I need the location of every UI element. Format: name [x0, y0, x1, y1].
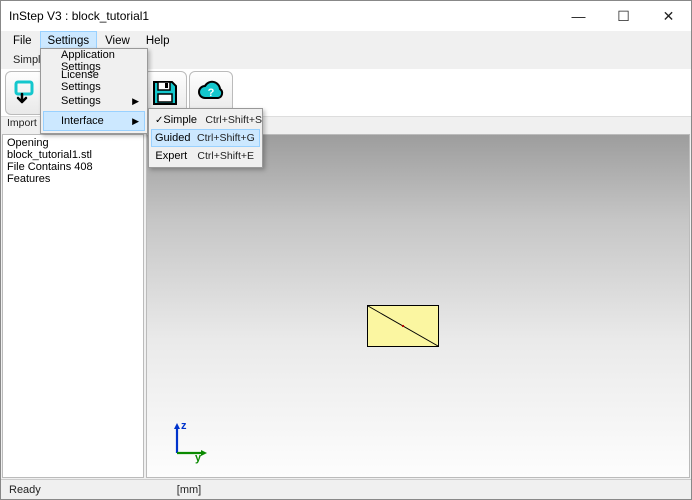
app-window: InStep V3 : block_tutorial1 — ☐ ✕ File S… [0, 0, 692, 500]
menu-item-label: Settings [61, 95, 101, 107]
log-line: block_tutorial1.stl [7, 149, 139, 161]
close-button[interactable]: ✕ [646, 1, 691, 31]
menu-file[interactable]: File [5, 31, 40, 51]
submenu-expert[interactable]: Expert Ctrl+Shift+E [151, 147, 260, 165]
status-units: [mm] [169, 484, 209, 496]
submenu-guided[interactable]: Guided Ctrl+Shift+G [151, 129, 260, 147]
window-title: InStep V3 : block_tutorial1 [9, 9, 149, 23]
svg-text:?: ? [208, 87, 215, 99]
menu-item-label: License Settings [61, 69, 139, 93]
menu-license-settings[interactable]: License Settings [43, 71, 145, 91]
maximize-button[interactable]: ☐ [601, 1, 646, 31]
axis-z-label: z [181, 420, 187, 432]
submenu-label: Simple [163, 114, 205, 126]
settings-dropdown: Application Settings License Settings Se… [40, 48, 148, 134]
interface-submenu: ✓ Simple Ctrl+Shift+S Guided Ctrl+Shift+… [148, 108, 263, 168]
axis-y-label: y [195, 452, 202, 464]
cloud-help-icon: ? [194, 76, 228, 110]
submenu-simple[interactable]: ✓ Simple Ctrl+Shift+S [151, 111, 260, 129]
submenu-label: Expert [155, 150, 197, 162]
log-line: File Contains 408 [7, 161, 139, 173]
titlebar: InStep V3 : block_tutorial1 — ☐ ✕ [1, 1, 691, 31]
import-icon [10, 76, 44, 110]
submenu-accel: Ctrl+Shift+E [197, 150, 254, 162]
minimize-button[interactable]: — [556, 1, 601, 31]
window-buttons: — ☐ ✕ [556, 1, 691, 31]
save-icon [148, 76, 182, 110]
menu-interface[interactable]: Interface ▶ [43, 111, 145, 131]
menu-application-settings[interactable]: Application Settings [43, 51, 145, 71]
submenu-accel: Ctrl+Shift+G [197, 132, 255, 144]
menu-item-label: Interface [61, 115, 104, 127]
check-icon: ✓ [155, 115, 163, 126]
submenu-accel: Ctrl+Shift+S [205, 114, 262, 126]
statusbar: Ready [mm] [1, 479, 691, 499]
body: Opening block_tutorial1.stl File Contain… [1, 133, 691, 479]
status-ready: Ready [1, 484, 49, 496]
log-panel: Opening block_tutorial1.stl File Contain… [2, 134, 144, 478]
log-line: Features [7, 173, 139, 185]
chevron-right-icon: ▶ [132, 96, 139, 107]
axis-gizmo: z y [169, 421, 209, 461]
log-line: Opening [7, 137, 139, 149]
chevron-right-icon: ▶ [132, 116, 139, 127]
model-block[interactable] [367, 305, 439, 347]
3d-viewport[interactable]: z y [146, 134, 690, 478]
submenu-label: Guided [155, 132, 197, 144]
menu-settings-sub[interactable]: Settings ▶ [43, 91, 145, 111]
